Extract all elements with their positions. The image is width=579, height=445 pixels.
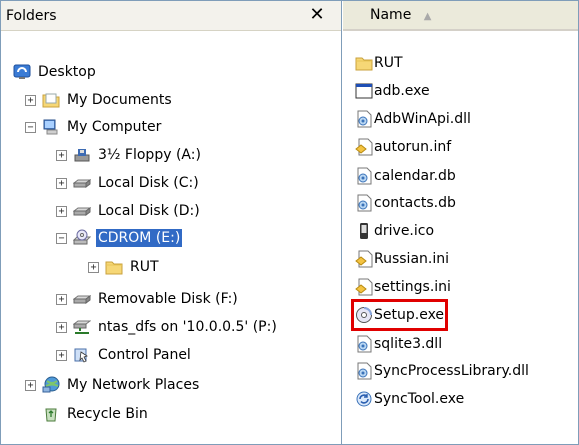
file-name: sqlite3.dll [374,336,443,352]
files-pane: Name ▲ RUT adb.exe AdbWinApi.dll autorun… [343,1,578,444]
tree-item-label: Desktop [38,64,96,80]
tree-item-recycle-bin[interactable]: Recycle Bin [25,401,150,427]
tree-item-label: My Computer [67,119,162,135]
folder-icon [355,54,373,72]
tree-item-my-network-places[interactable]: + My Network Places [25,372,201,398]
sync-icon [355,390,373,408]
expand-toggle[interactable]: + [56,205,67,217]
network-places-icon [42,376,60,394]
file-item-contacts-db[interactable]: contacts.db [355,191,456,215]
folders-header: Folders ✕ [1,1,341,31]
sort-ascending-icon: ▲ [423,11,432,22]
removable-disk-icon [73,290,91,308]
my-documents-icon [42,91,60,109]
file-item-drive-ico[interactable]: drive.ico [355,219,434,243]
network-drive-icon [73,318,91,336]
tree-item-removable-disk-f[interactable]: + Removable Disk (F:) [56,286,240,312]
file-item-russian-ini[interactable]: Russian.ini [355,247,449,271]
folders-title: Folders [6,8,57,24]
file-item-sqlite3-dll[interactable]: sqlite3.dll [355,332,442,356]
tree-item-label: Local Disk (D:) [98,203,200,219]
tree-item-label: RUT [130,259,159,275]
tree-item-label: ntas_dfs on '10.0.0.5' (P:) [98,319,277,335]
file-name: RUT [374,55,403,71]
tree-item-label: 3½ Floppy (A:) [98,147,201,163]
tree-item-label: Control Panel [98,347,191,363]
file-item-autorun-inf[interactable]: autorun.inf [355,135,451,159]
expand-toggle[interactable]: + [56,349,67,361]
tree-item-label: CDROM (E:) [96,229,183,247]
tree-item-network-drive-p[interactable]: + ntas_dfs on '10.0.0.5' (P:) [56,314,279,340]
file-name: autorun.inf [374,139,452,155]
inf-icon [355,138,373,156]
tree-item-label: Removable Disk (F:) [98,291,238,307]
file-item-calendar-db[interactable]: calendar.db [355,164,456,188]
file-item-adbwinapi-dll[interactable]: AdbWinApi.dll [355,107,471,131]
expand-toggle[interactable]: + [88,261,99,273]
file-item-rut[interactable]: RUT [355,51,403,75]
ini-icon [355,250,373,268]
hard-disk-icon [73,174,91,192]
file-item-settings-ini[interactable]: settings.ini [355,275,451,299]
file-item-adb-exe[interactable]: adb.exe [355,79,430,103]
tree-item-desktop[interactable]: Desktop [13,59,98,85]
tree-item-cdrom-e[interactable]: − CDROM (E:) [56,225,183,251]
expand-toggle[interactable]: + [56,321,67,333]
tree-item-my-documents[interactable]: + My Documents [25,87,174,113]
tree-item-rut[interactable]: + RUT [88,254,161,280]
tree-item-label: My Network Places [67,377,200,393]
collapse-toggle[interactable]: − [25,121,36,133]
expand-toggle[interactable]: + [56,149,67,161]
collapse-toggle[interactable]: − [56,232,67,244]
tree-item-control-panel[interactable]: + Control Panel [56,342,193,368]
recycle-bin-icon [42,405,60,423]
db-icon [355,194,373,212]
tree-item-label: My Documents [67,92,172,108]
file-item-syncprocesslibrary-dll[interactable]: SyncProcessLibrary.dll [355,359,529,383]
expand-toggle[interactable]: + [25,94,36,106]
cdrom-icon [73,229,91,247]
close-icon[interactable]: ✕ [306,4,328,26]
ico-file-icon [355,222,373,240]
exe-window-icon [355,82,373,100]
expand-toggle[interactable]: + [25,379,36,391]
file-item-synctool-exe[interactable]: SyncTool.exe [355,387,464,411]
file-name: Russian.ini [374,251,450,267]
folder-icon [105,258,123,276]
column-header-label: Name [370,7,412,23]
folders-pane: Folders ✕ Desktop + My Documents − My Co… [1,1,342,444]
column-header-bar: Name ▲ [343,1,578,31]
file-name: SyncTool.exe [374,391,465,407]
dll-icon [355,110,373,128]
tree-item-floppy[interactable]: + 3½ Floppy (A:) [56,142,203,168]
file-name: AdbWinApi.dll [374,111,471,127]
tree-item-label: Local Disk (C:) [98,175,199,191]
dll-icon [355,362,373,380]
tree-item-my-computer[interactable]: − My Computer [25,114,163,140]
floppy-icon [73,146,91,164]
db-icon [355,167,373,185]
control-panel-icon [73,346,91,364]
file-name: calendar.db [374,168,456,184]
file-name: adb.exe [374,83,430,99]
file-name: settings.ini [374,279,451,295]
file-name: SyncProcessLibrary.dll [374,363,529,379]
dll-icon [355,335,373,353]
ini-icon [355,278,373,296]
explorer-window: Folders ✕ Desktop + My Documents − My Co… [0,0,579,445]
file-name: contacts.db [374,195,456,211]
expand-toggle[interactable]: + [56,177,67,189]
hard-disk-icon [73,202,91,220]
file-name: Setup.exe [374,307,445,323]
column-header-name[interactable]: Name ▲ [343,1,578,29]
file-name: drive.ico [374,223,435,239]
my-computer-icon [42,118,60,136]
setup-disc-icon [355,306,373,324]
tree-item-local-disk-d[interactable]: + Local Disk (D:) [56,198,202,224]
tree-item-label: Recycle Bin [67,406,148,422]
file-item-setup-exe[interactable]: Setup.exe [350,299,449,331]
expand-toggle[interactable]: + [56,293,67,305]
tree-item-local-disk-c[interactable]: + Local Disk (C:) [56,170,201,196]
desktop-icon [13,63,31,81]
